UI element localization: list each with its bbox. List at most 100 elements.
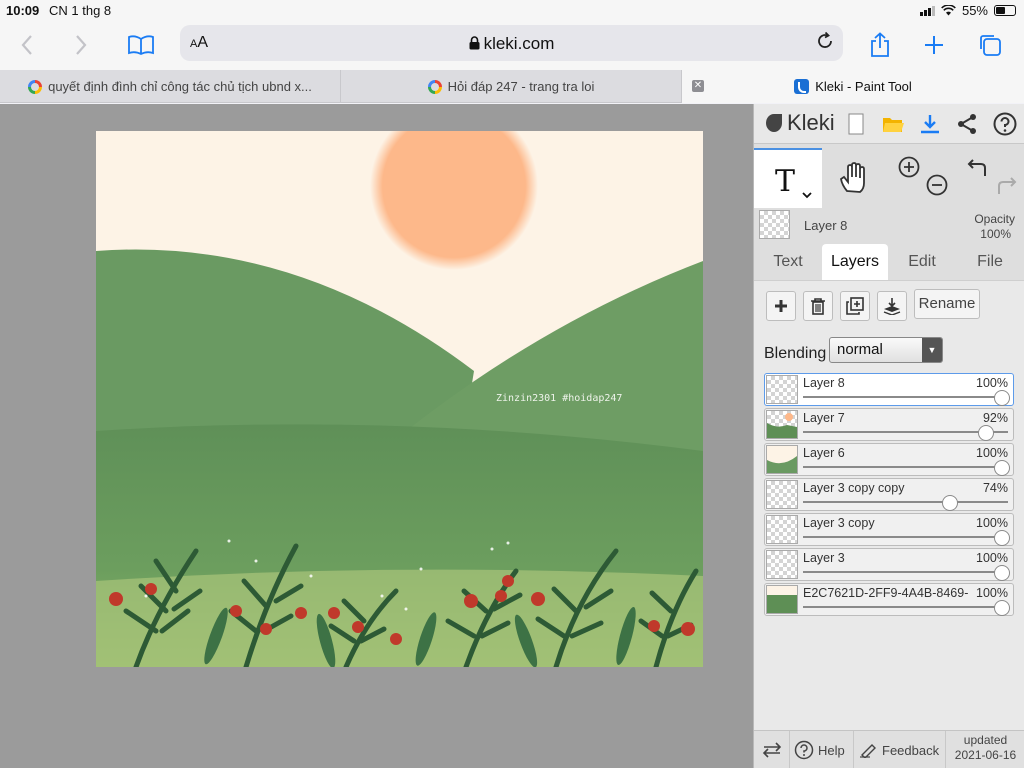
- layer-opacity-slider[interactable]: [803, 466, 1008, 468]
- help-label: Help: [818, 742, 845, 758]
- status-date: CN 1 thg 8: [49, 3, 112, 18]
- open-image-button[interactable]: [879, 110, 907, 138]
- updated-label: updated: [963, 733, 1008, 747]
- back-button[interactable]: [10, 28, 44, 62]
- folder-icon: [883, 118, 904, 132]
- drawing-canvas[interactable]: Zinzin2301 #hoidap247: [96, 131, 703, 667]
- tab-file[interactable]: File: [958, 244, 1022, 280]
- swap-panel-side-button[interactable]: [754, 731, 790, 768]
- current-layer-name: Layer 8: [804, 218, 848, 233]
- layer-opacity-handle[interactable]: [942, 495, 959, 511]
- new-image-button[interactable]: [842, 110, 870, 138]
- layer-name: Layer 7: [803, 411, 845, 425]
- url-text: kleki.com: [483, 34, 555, 53]
- browser-toolbar: AA kleki.com: [0, 20, 1024, 70]
- tab-text[interactable]: Text: [756, 244, 820, 280]
- tab-hoidap247[interactable]: Hỏi đáp 247 - trang tra loi: [341, 70, 682, 103]
- layer-item-background[interactable]: E2C7621D-2FF9-4A4B-8469- 100%: [764, 583, 1014, 616]
- layer-item-layer-8[interactable]: Layer 8 100%: [764, 373, 1014, 406]
- feedback-button[interactable]: Feedback: [854, 731, 946, 768]
- lock-icon: [469, 36, 480, 50]
- layer-thumbnail: [766, 585, 798, 614]
- zoom-in-icon[interactable]: [898, 156, 920, 178]
- feedback-pen-icon: [860, 744, 876, 758]
- share-nodes-icon: [958, 114, 976, 134]
- layer-name: Layer 8: [803, 376, 845, 390]
- svg-text:T: T: [775, 164, 795, 199]
- layer-item-layer-6[interactable]: Layer 6 100%: [764, 443, 1014, 476]
- layer-opacity-handle[interactable]: [994, 390, 1010, 406]
- download-icon: [921, 115, 939, 134]
- footer-help-button[interactable]: Help: [790, 731, 854, 768]
- address-bar[interactable]: AA kleki.com: [180, 25, 843, 61]
- redo-icon[interactable]: [995, 174, 1017, 196]
- layer-item-layer-3-copy-copy[interactable]: Layer 3 copy copy 74%: [764, 478, 1014, 511]
- kleki-logo[interactable]: Kleki: [764, 110, 835, 136]
- layer-item-layer-3-copy[interactable]: Layer 3 copy 100%: [764, 513, 1014, 546]
- new-tab-button[interactable]: [917, 28, 951, 62]
- hand-tool-button[interactable]: [824, 148, 884, 208]
- share-icon: [871, 32, 889, 57]
- text-tool-button[interactable]: T: [754, 148, 822, 208]
- delete-layer-button[interactable]: [803, 291, 833, 321]
- help-circle-icon: [794, 740, 814, 760]
- forward-button[interactable]: [64, 28, 98, 62]
- tab-kleki[interactable]: ✕ Kleki - Paint Tool: [682, 70, 1024, 103]
- blending-mode-select[interactable]: normal ▼: [829, 337, 943, 363]
- add-layer-button[interactable]: [766, 291, 796, 321]
- layer-opacity-handle[interactable]: [994, 460, 1010, 476]
- layer-opacity-handle[interactable]: [994, 600, 1010, 616]
- layer-thumbnail: [766, 480, 798, 509]
- opacity-label: Opacity: [974, 212, 1015, 226]
- layer-opacity-handle[interactable]: [994, 565, 1010, 581]
- close-tab-icon[interactable]: ✕: [692, 80, 704, 92]
- share-image-button[interactable]: [953, 110, 981, 138]
- cellular-signal-icon: [919, 5, 935, 16]
- opacity-value: 100%: [980, 227, 1011, 241]
- help-circle-icon: [993, 112, 1017, 136]
- layer-opacity: 100%: [976, 376, 1008, 390]
- layer-opacity-slider[interactable]: [803, 571, 1008, 573]
- tab-edit[interactable]: Edit: [890, 244, 954, 280]
- book-icon: [128, 35, 154, 55]
- share-button[interactable]: [863, 28, 897, 62]
- layer-opacity: 100%: [976, 551, 1008, 565]
- layer-opacity-slider[interactable]: [803, 536, 1008, 538]
- new-file-icon: [848, 113, 864, 135]
- layer-name: E2C7621D-2FF9-4A4B-8469-: [803, 586, 969, 600]
- merge-layer-button[interactable]: [877, 291, 907, 321]
- hand-icon: [840, 162, 865, 193]
- undo-icon[interactable]: [967, 156, 989, 178]
- canvas-workspace[interactable]: Zinzin2301 #hoidap247: [0, 104, 753, 768]
- tabs-overview-button[interactable]: [973, 28, 1007, 62]
- layer-opacity-handle[interactable]: [994, 530, 1010, 546]
- layer-name: Layer 3 copy: [803, 516, 875, 530]
- save-button[interactable]: [916, 110, 944, 138]
- tab-layers[interactable]: Layers: [822, 244, 888, 280]
- reload-button[interactable]: [815, 31, 835, 57]
- layer-name: Layer 3: [803, 551, 845, 565]
- panel-header: Kleki: [754, 104, 1024, 144]
- bookmarks-button[interactable]: [124, 28, 158, 62]
- status-indicators: 55%: [919, 3, 1016, 18]
- duplicate-layer-button[interactable]: [840, 291, 870, 321]
- google-icon: [427, 79, 442, 94]
- tab-google-search[interactable]: quyết định đình chỉ công tác chủ tịch ub…: [0, 70, 341, 103]
- rename-layer-button[interactable]: Rename: [914, 289, 980, 319]
- layer-opacity-slider[interactable]: [803, 396, 1008, 398]
- layer-item-layer-3[interactable]: Layer 3 100%: [764, 548, 1014, 581]
- zoom-controls: [890, 148, 950, 208]
- layer-item-layer-7[interactable]: Layer 7 92%: [764, 408, 1014, 441]
- history-controls: [959, 148, 1024, 208]
- layer-opacity: 100%: [976, 516, 1008, 530]
- zoom-out-icon[interactable]: [926, 174, 948, 196]
- url-display[interactable]: kleki.com: [180, 34, 843, 54]
- layers-panel: Rename Blending normal ▼ Layer 8 100% La…: [754, 280, 1024, 730]
- layer-opacity-handle[interactable]: [978, 425, 995, 441]
- layer-opacity-slider[interactable]: [803, 606, 1008, 608]
- layer-opacity-slider[interactable]: [803, 501, 1008, 503]
- layer-thumbnail: [766, 445, 798, 474]
- blending-mode-value: normal: [837, 341, 883, 358]
- layer-thumbnail: [766, 515, 798, 544]
- help-button[interactable]: [991, 110, 1019, 138]
